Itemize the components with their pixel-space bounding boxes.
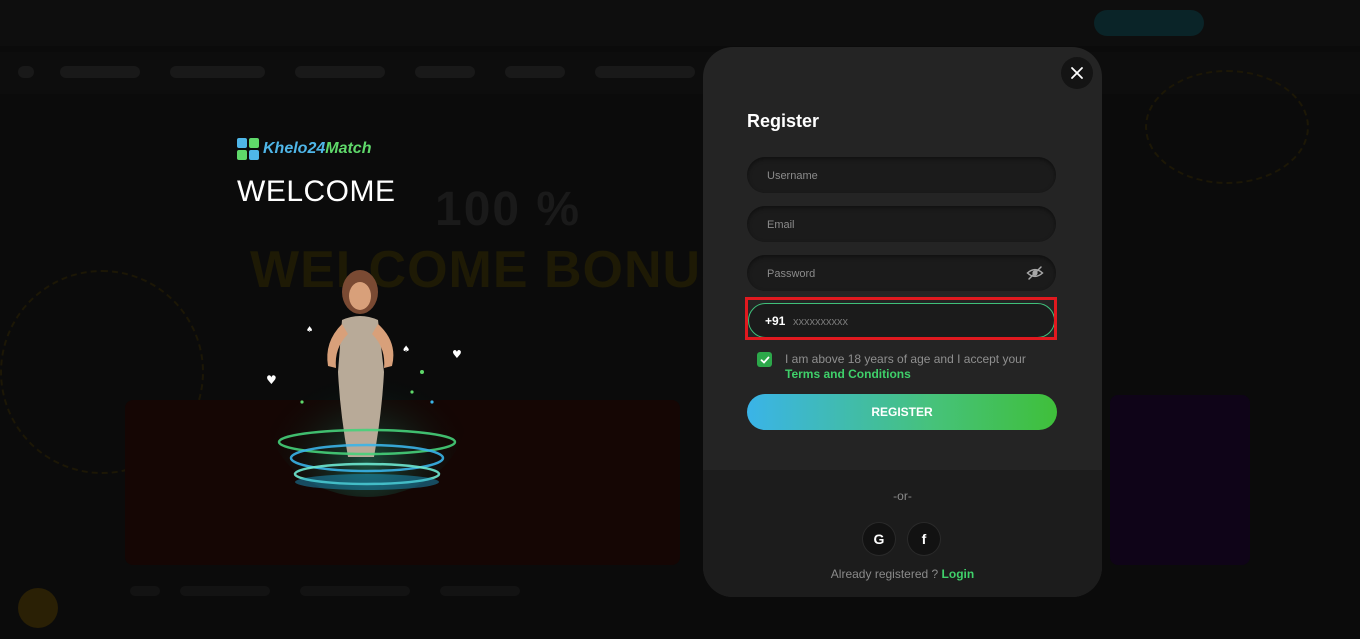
google-login-button[interactable]: G xyxy=(863,523,895,555)
close-icon xyxy=(1071,67,1083,79)
email-input[interactable] xyxy=(765,206,1019,244)
svg-text:♠: ♠ xyxy=(402,345,410,355)
password-field xyxy=(747,255,1056,293)
terms-label: I am above 18 years of age and I accept … xyxy=(785,352,1026,366)
username-field xyxy=(747,157,1056,195)
svg-text:♥: ♥ xyxy=(452,348,462,361)
password-input[interactable] xyxy=(765,255,1019,293)
facebook-login-button[interactable]: f xyxy=(908,523,940,555)
logo-mark-icon xyxy=(237,138,259,160)
logo-text: Khelo24Match xyxy=(263,140,371,158)
modal-title: Register xyxy=(747,111,820,131)
email-field xyxy=(747,206,1056,244)
brand-logo: Khelo24Match xyxy=(237,137,371,161)
background-nav xyxy=(0,52,1360,94)
check-icon xyxy=(760,356,769,364)
facebook-icon: f xyxy=(921,531,927,547)
background-chat-bubble xyxy=(18,588,58,628)
welcome-heading: WELCOME xyxy=(237,175,396,208)
terms-link[interactable]: Terms and Conditions xyxy=(785,367,911,381)
terms-text: I am above 18 years of age and I accept … xyxy=(785,352,1063,382)
register-modal: Register +91 I am above 18 years of age … xyxy=(703,47,1102,597)
already-registered-label: Already registered ? xyxy=(830,567,942,581)
close-button[interactable] xyxy=(1061,57,1093,89)
register-button[interactable]: REGISTER xyxy=(747,394,1057,430)
already-registered: Already registered ? Login xyxy=(703,567,1102,581)
google-icon: G xyxy=(873,531,885,547)
phone-field-highlight xyxy=(745,297,1057,340)
svg-text:♠: ♠ xyxy=(306,325,313,334)
terms-checkbox[interactable] xyxy=(757,352,772,367)
login-link[interactable]: Login xyxy=(942,567,975,581)
hero-illustration: ♥ ♥ ♠ ♠ xyxy=(266,270,467,497)
logo-text-part: Khelo24 xyxy=(263,140,326,157)
background-cta xyxy=(1094,10,1204,36)
background-page: 100 % WELCOME BONUS xyxy=(0,0,1360,639)
background-card xyxy=(1110,395,1250,565)
background-decoration xyxy=(1145,70,1309,184)
logo-text-part: Match xyxy=(325,140,372,157)
eye-off-icon[interactable] xyxy=(1026,264,1044,282)
or-divider: -or- xyxy=(893,489,912,503)
svg-text:♥: ♥ xyxy=(266,373,277,387)
background-banner-line1: 100 % xyxy=(435,183,582,236)
username-input[interactable] xyxy=(765,157,1019,195)
